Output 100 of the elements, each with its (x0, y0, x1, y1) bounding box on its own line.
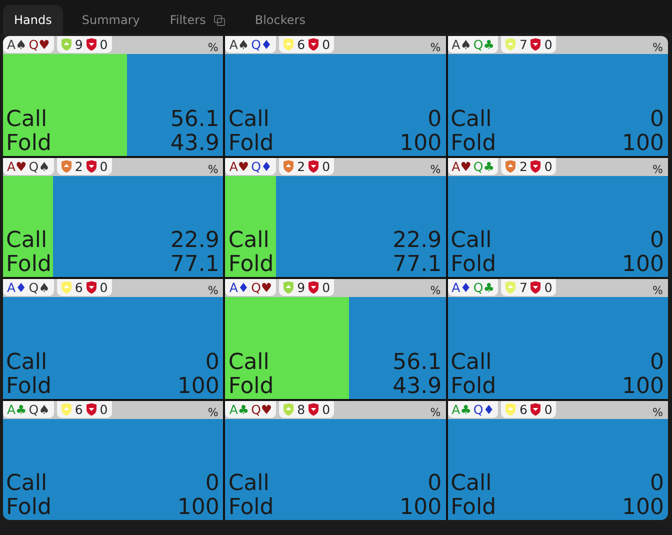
hand-label: A♥ Q♣ (448, 158, 498, 174)
tab[interactable]: Filters (158, 5, 236, 36)
blocker-count: 0 (544, 36, 552, 53)
fold-label: Fold (6, 374, 52, 398)
fold-value: 100 (177, 496, 220, 520)
blocker-count: 0 (322, 279, 330, 296)
fold-label: Fold (228, 374, 274, 398)
hand-label: A♦ Q♣ (448, 279, 498, 296)
fold-label: Fold (228, 496, 274, 520)
shield-count: 6 (519, 400, 528, 418)
hand-label: A♦ Q♥ (225, 279, 276, 296)
fold-label: Fold (6, 496, 52, 520)
shield-count: 2 (519, 158, 528, 174)
blocker-count: 0 (100, 400, 108, 418)
call-label: Call (228, 108, 270, 132)
call-label: Call (450, 108, 492, 132)
fold-value: 43.9 (392, 374, 442, 398)
hand-label: A♦ Q♠ (3, 279, 54, 296)
shield-count: 2 (297, 158, 306, 174)
percent-label: % (208, 162, 220, 178)
shield-count: 6 (297, 36, 306, 53)
fold-value: 100 (400, 132, 442, 156)
fold-value: 43.9 (170, 132, 220, 156)
fold-value: 100 (622, 253, 664, 277)
hand-label: A♥ Q♠ (3, 158, 54, 174)
hand-label: A♣ Q♥ (225, 400, 276, 418)
call-value: 0 (650, 350, 664, 374)
shield-count: 7 (519, 279, 528, 296)
call-label: Call (450, 472, 492, 496)
call-label: Call (450, 350, 492, 374)
shield-count: 6 (74, 400, 83, 418)
blocker-count: 0 (544, 400, 552, 418)
shield-count: 6 (74, 279, 83, 296)
call-label: Call (228, 350, 270, 374)
percent-label: % (430, 404, 442, 420)
hand-label: A♣ Q♠ (3, 400, 54, 418)
percent-label: % (208, 40, 220, 56)
call-value: 0 (205, 472, 220, 496)
percent-label: % (430, 283, 442, 299)
call-label: Call (6, 229, 48, 253)
call-value: 0 (428, 472, 442, 496)
shield-count: 8 (297, 400, 306, 418)
call-label: Call (228, 472, 270, 496)
shield-count: 2 (74, 158, 83, 174)
call-value: 22.9 (392, 229, 442, 253)
blocker-count: 0 (544, 158, 552, 174)
blocker-count: 0 (100, 36, 108, 53)
call-label: Call (6, 472, 48, 496)
fold-value: 77.1 (170, 253, 220, 277)
fold-label: Fold (450, 253, 496, 277)
blocker-count: 0 (100, 158, 108, 174)
fold-value: 100 (622, 132, 664, 156)
tab[interactable]: Summary (70, 5, 151, 36)
tab[interactable]: Hands (3, 5, 63, 36)
call-label: Call (6, 350, 48, 374)
fold-label: Fold (450, 132, 496, 156)
call-value: 0 (650, 229, 664, 253)
fold-value: 100 (622, 374, 664, 398)
tab[interactable]: Blockers (244, 5, 316, 36)
hand-label: A♣ Q♦ (448, 400, 498, 418)
percent-label: % (652, 40, 664, 56)
shield-count: 9 (74, 36, 83, 53)
hand-label: A♠ Q♣ (448, 36, 498, 53)
percent-label: % (208, 404, 220, 420)
shield-count: 7 (519, 36, 528, 53)
call-value: 0 (428, 108, 442, 132)
call-value: 0 (650, 108, 664, 132)
call-label: Call (450, 229, 492, 253)
fold-label: Fold (228, 253, 274, 277)
percent-label: % (430, 162, 442, 178)
hand-label: A♥ Q♦ (225, 158, 276, 174)
call-value: 0 (205, 350, 220, 374)
call-label: Call (6, 108, 48, 132)
blocker-count: 0 (322, 400, 330, 418)
blocker-count: 0 (544, 279, 552, 296)
call-label: Call (228, 229, 270, 253)
blocker-count: 0 (100, 279, 108, 296)
fold-label: Fold (6, 132, 52, 156)
fold-label: Fold (228, 132, 274, 156)
shield-count: 9 (297, 279, 306, 296)
call-value: 22.9 (170, 229, 220, 253)
fold-label: Fold (450, 374, 496, 398)
fold-label: Fold (450, 496, 496, 520)
call-value: 0 (650, 472, 664, 496)
fold-label: Fold (6, 253, 52, 277)
percent-label: % (208, 283, 220, 299)
hand-label: A♠ Q♦ (225, 36, 276, 53)
call-value: 56.1 (170, 108, 220, 132)
hand-label: A♠ Q♥ (3, 36, 54, 53)
blocker-count: 0 (322, 36, 330, 53)
fold-value: 100 (400, 496, 442, 520)
fold-value: 100 (177, 374, 220, 398)
percent-label: % (430, 40, 442, 56)
call-value: 56.1 (392, 350, 442, 374)
fold-value: 100 (622, 496, 664, 520)
percent-label: % (652, 162, 664, 178)
blocker-count: 0 (322, 158, 330, 174)
fold-value: 77.1 (392, 253, 442, 277)
percent-label: % (652, 404, 664, 420)
percent-label: % (652, 283, 664, 299)
